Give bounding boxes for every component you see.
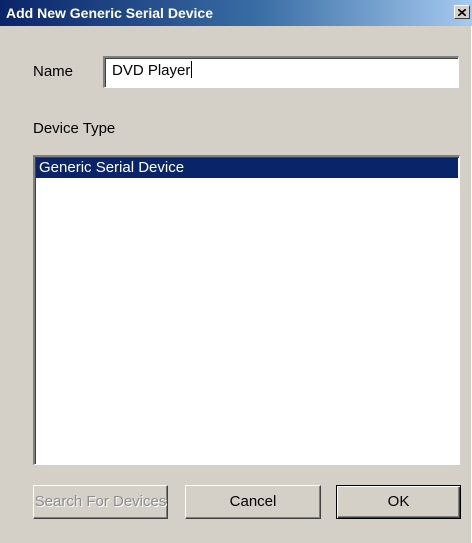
cancel-button[interactable]: Cancel [185, 485, 321, 519]
search-for-devices-button[interactable]: Search For Devices [33, 485, 168, 519]
ok-button[interactable]: OK [336, 485, 461, 519]
name-input-value: DVD Player [112, 61, 193, 79]
close-icon [458, 8, 466, 16]
name-input[interactable]: DVD Player [103, 56, 459, 88]
title-bar[interactable]: Add New Generic Serial Device [0, 0, 472, 26]
device-type-list[interactable]: Generic Serial Device [33, 155, 460, 465]
device-type-label: Device Type [33, 120, 116, 137]
list-item[interactable]: Generic Serial Device [36, 158, 458, 178]
name-value-text: DVD Player [112, 62, 191, 79]
add-device-dialog: Add New Generic Serial Device Name DVD P… [0, 0, 472, 543]
name-label: Name [33, 63, 74, 80]
text-caret [191, 61, 193, 78]
close-button[interactable] [454, 5, 470, 19]
window-title: Add New Generic Serial Device [6, 5, 213, 21]
